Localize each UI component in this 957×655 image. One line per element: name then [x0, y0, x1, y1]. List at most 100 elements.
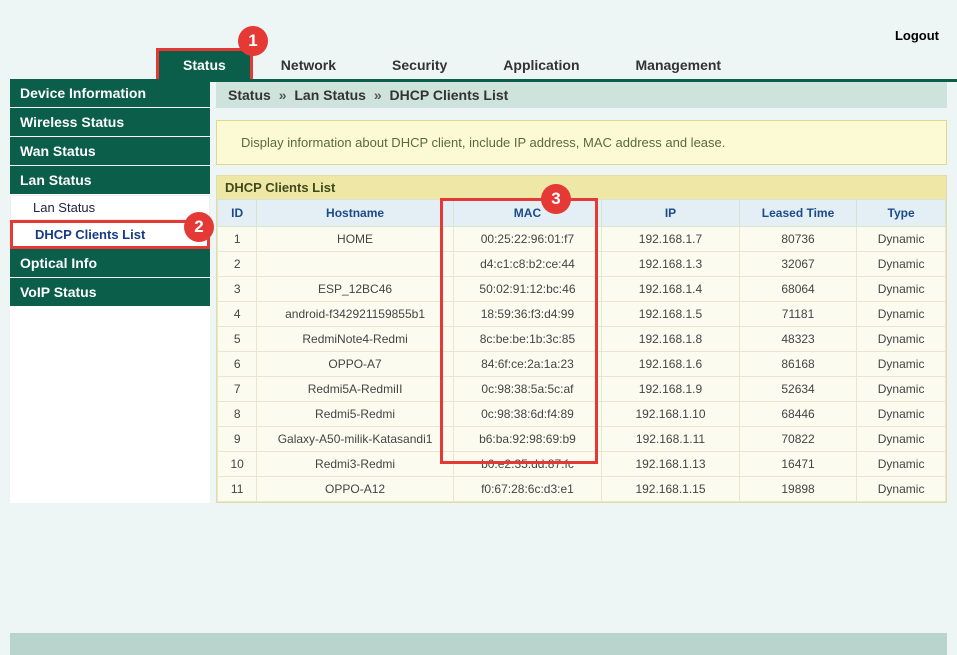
breadcrumb: Status » Lan Status » DHCP Clients List — [216, 82, 947, 108]
cell-hostname: OPPO-A7 — [257, 352, 453, 377]
sidebar-item-device-information[interactable]: Device Information — [10, 79, 210, 108]
tab-security[interactable]: Security — [364, 51, 475, 79]
cell-ip: 192.168.1.8 — [602, 327, 740, 352]
cell-leased: 48323 — [739, 327, 856, 352]
annotation-badge-3: 3 — [541, 184, 571, 214]
cell-type: Dynamic — [857, 452, 946, 477]
cell-mac: f0:67:28:6c:d3:e1 — [453, 477, 601, 502]
cell-mac: b6:ba:92:98:69:b9 — [453, 427, 601, 452]
tab-network[interactable]: Network — [253, 51, 364, 79]
tab-management[interactable]: Management — [608, 51, 750, 79]
breadcrumb-part: Status — [228, 87, 271, 103]
tab-application[interactable]: Application — [475, 51, 607, 79]
table-row: 7Redmi5A-RedmiII0c:98:38:5a:5c:af192.168… — [218, 377, 946, 402]
cell-type: Dynamic — [857, 352, 946, 377]
col-header-type: Type — [857, 200, 946, 227]
cell-mac: 84:6f:ce:2a:1a:23 — [453, 352, 601, 377]
cell-mac: 0c:98:38:5a:5c:af — [453, 377, 601, 402]
col-header-id: ID — [218, 200, 257, 227]
cell-id: 2 — [218, 252, 257, 277]
cell-type: Dynamic — [857, 302, 946, 327]
cell-hostname: OPPO-A12 — [257, 477, 453, 502]
sidebar: Device Information Wireless Status Wan S… — [10, 82, 210, 503]
table-header-row: ID Hostname MAC IP Leased Time Type — [218, 200, 946, 227]
cell-hostname: ESP_12BC46 — [257, 277, 453, 302]
cell-hostname: Redmi5A-RedmiII — [257, 377, 453, 402]
cell-hostname: Redmi5-Redmi — [257, 402, 453, 427]
cell-leased: 32067 — [739, 252, 856, 277]
cell-id: 9 — [218, 427, 257, 452]
cell-mac: 0c:98:38:6d:f4:89 — [453, 402, 601, 427]
sidebar-item-voip-status[interactable]: VoIP Status — [10, 278, 210, 307]
cell-mac: 8c:be:be:1b:3c:85 — [453, 327, 601, 352]
cell-type: Dynamic — [857, 402, 946, 427]
table-row: 3ESP_12BC4650:02:91:12:bc:46192.168.1.46… — [218, 277, 946, 302]
cell-id: 6 — [218, 352, 257, 377]
table-row: 9Galaxy-A50-milik-Katasandi1b6:ba:92:98:… — [218, 427, 946, 452]
col-header-leased: Leased Time — [739, 200, 856, 227]
cell-type: Dynamic — [857, 252, 946, 277]
table-row: 4android-f342921159855b118:59:36:f3:d4:9… — [218, 302, 946, 327]
sidebar-item-lan-status[interactable]: Lan Status — [10, 166, 210, 195]
cell-leased: 80736 — [739, 227, 856, 252]
table-row: 6OPPO-A784:6f:ce:2a:1a:23192.168.1.68616… — [218, 352, 946, 377]
cell-id: 1 — [218, 227, 257, 252]
cell-leased: 19898 — [739, 477, 856, 502]
cell-id: 11 — [218, 477, 257, 502]
cell-hostname: Redmi3-Redmi — [257, 452, 453, 477]
cell-ip: 192.168.1.3 — [602, 252, 740, 277]
cell-type: Dynamic — [857, 377, 946, 402]
cell-leased: 16471 — [739, 452, 856, 477]
sidebar-subitem-lan-status[interactable]: Lan Status — [10, 195, 210, 220]
cell-hostname — [257, 252, 453, 277]
annotation-badge-1: 1 — [238, 26, 268, 56]
col-header-mac: MAC — [453, 200, 601, 227]
logout-link[interactable]: Logout — [895, 28, 939, 43]
cell-leased: 68064 — [739, 277, 856, 302]
table-row: 8Redmi5-Redmi0c:98:38:6d:f4:89192.168.1.… — [218, 402, 946, 427]
cell-leased: 86168 — [739, 352, 856, 377]
dhcp-clients-table: ID Hostname MAC IP Leased Time Type 1HOM… — [217, 199, 946, 502]
tab-status[interactable]: Status — [156, 48, 253, 79]
cell-type: Dynamic — [857, 477, 946, 502]
cell-ip: 192.168.1.6 — [602, 352, 740, 377]
table-row: 10Redmi3-Redmib0:e2:35:dd:87:fc192.168.1… — [218, 452, 946, 477]
cell-hostname: Galaxy-A50-milik-Katasandi1 — [257, 427, 453, 452]
cell-mac: d4:c1:c8:b2:ce:44 — [453, 252, 601, 277]
cell-ip: 192.168.1.5 — [602, 302, 740, 327]
table-row: 2 d4:c1:c8:b2:ce:44192.168.1.332067Dynami… — [218, 252, 946, 277]
sidebar-item-wireless-status[interactable]: Wireless Status — [10, 108, 210, 137]
col-header-hostname: Hostname — [257, 200, 453, 227]
cell-hostname: RedmiNote4-Redmi — [257, 327, 453, 352]
sidebar-item-wan-status[interactable]: Wan Status — [10, 137, 210, 166]
cell-type: Dynamic — [857, 277, 946, 302]
breadcrumb-sep-icon: » — [279, 87, 287, 103]
cell-ip: 192.168.1.7 — [602, 227, 740, 252]
col-header-ip: IP — [602, 200, 740, 227]
sidebar-item-optical-info[interactable]: Optical Info — [10, 249, 210, 278]
top-nav: Status Network Security Application Mana… — [156, 52, 957, 82]
table-title: DHCP Clients List — [217, 176, 946, 199]
sidebar-subitem-dhcp-clients-list[interactable]: DHCP Clients List — [10, 220, 210, 249]
cell-type: Dynamic — [857, 227, 946, 252]
cell-leased: 52634 — [739, 377, 856, 402]
cell-mac: b0:e2:35:dd:87:fc — [453, 452, 601, 477]
breadcrumb-part: DHCP Clients List — [390, 87, 509, 103]
description-box: Display information about DHCP client, i… — [216, 120, 947, 165]
cell-type: Dynamic — [857, 327, 946, 352]
cell-leased: 70822 — [739, 427, 856, 452]
cell-type: Dynamic — [857, 427, 946, 452]
cell-mac: 00:25:22:96:01:f7 — [453, 227, 601, 252]
annotation-badge-2: 2 — [184, 212, 214, 242]
breadcrumb-part: Lan Status — [294, 87, 366, 103]
table-row: 5RedmiNote4-Redmi8c:be:be:1b:3c:85192.16… — [218, 327, 946, 352]
cell-mac: 18:59:36:f3:d4:99 — [453, 302, 601, 327]
cell-hostname: HOME — [257, 227, 453, 252]
footer-bar — [10, 633, 947, 655]
cell-id: 5 — [218, 327, 257, 352]
breadcrumb-sep-icon: » — [374, 87, 382, 103]
cell-id: 10 — [218, 452, 257, 477]
cell-ip: 192.168.1.9 — [602, 377, 740, 402]
cell-ip: 192.168.1.15 — [602, 477, 740, 502]
cell-ip: 192.168.1.10 — [602, 402, 740, 427]
